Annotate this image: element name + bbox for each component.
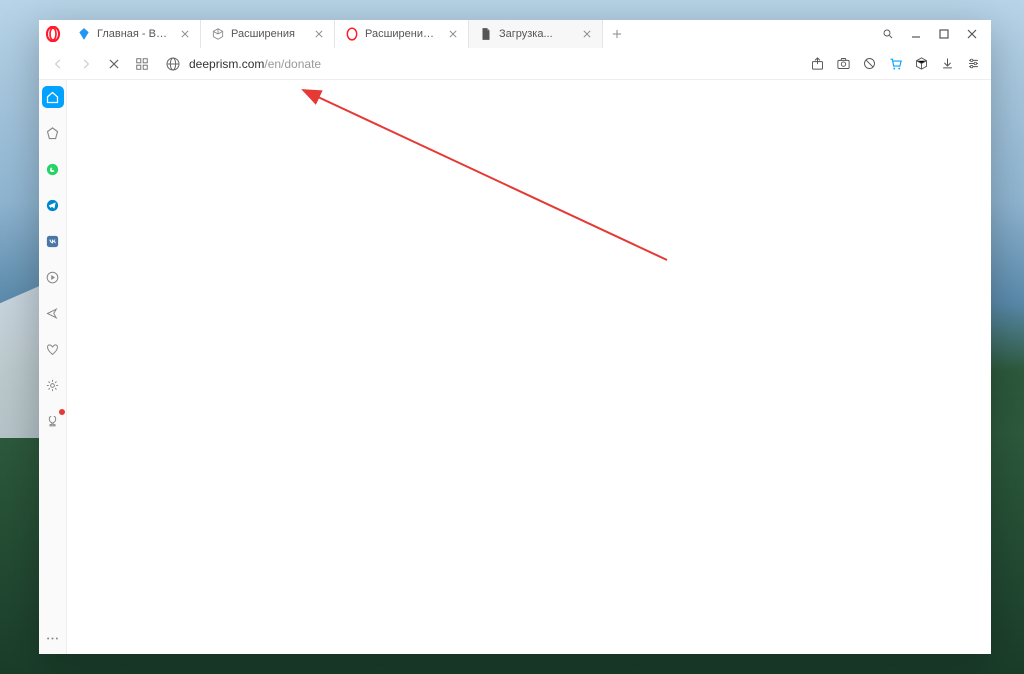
page-content <box>67 80 991 654</box>
opera-icon <box>345 27 359 41</box>
sidebar-speeddial[interactable] <box>42 122 64 144</box>
screenshot-icon[interactable] <box>831 52 855 76</box>
browser-window: Главная - Владимир Фирс Расширения Расши… <box>39 20 991 654</box>
sidebar-flow[interactable] <box>42 302 64 324</box>
cube-icon <box>211 27 225 41</box>
diamond-icon <box>77 27 91 41</box>
downloads-icon[interactable] <box>935 52 959 76</box>
url-path: /en/donate <box>264 57 321 71</box>
back-button[interactable] <box>45 51 71 77</box>
url-host: deeprism.com <box>189 57 264 71</box>
sidebar-pinboards[interactable] <box>42 338 64 360</box>
easy-setup-icon[interactable] <box>961 52 985 76</box>
speed-dial-button[interactable] <box>129 51 155 77</box>
notification-badge <box>59 409 65 415</box>
address-bar[interactable]: deeprism.com/en/donate <box>157 51 803 77</box>
sidebar-home[interactable] <box>42 86 64 108</box>
cart-icon[interactable] <box>883 52 907 76</box>
close-window-button[interactable] <box>959 20 985 48</box>
sidebar-vk[interactable] <box>42 230 64 252</box>
document-icon <box>479 27 493 41</box>
stop-button[interactable] <box>101 51 127 77</box>
sidebar-telegram[interactable] <box>42 194 64 216</box>
forward-button[interactable] <box>73 51 99 77</box>
sidebar <box>39 80 67 654</box>
sidebar-shopping[interactable] <box>42 410 64 432</box>
new-tab-button[interactable] <box>603 20 631 48</box>
tab-title: Главная - Владимир Фирс <box>97 28 172 40</box>
toolbar-right <box>805 52 985 76</box>
tab-title: Расширения <box>231 28 306 40</box>
tab-title: Расширение Proxy Free V <box>365 28 440 40</box>
sidebar-whatsapp[interactable] <box>42 158 64 180</box>
titlebar: Главная - Владимир Фирс Расширения Расши… <box>39 20 991 48</box>
toolbar: deeprism.com/en/donate <box>39 48 991 80</box>
window-controls <box>875 20 991 48</box>
url-text: deeprism.com/en/donate <box>189 57 321 71</box>
maximize-button[interactable] <box>931 20 957 48</box>
body-area <box>39 80 991 654</box>
tab-1[interactable]: Расширения <box>201 20 335 48</box>
annotation-arrow <box>67 80 767 330</box>
package-icon[interactable] <box>909 52 933 76</box>
sidebar-player[interactable] <box>42 266 64 288</box>
globe-icon <box>165 56 181 72</box>
tab-title: Загрузка... <box>499 28 574 40</box>
tab-0[interactable]: Главная - Владимир Фирс <box>67 20 201 48</box>
tab-2[interactable]: Расширение Proxy Free V <box>335 20 469 48</box>
search-button[interactable] <box>875 20 901 48</box>
close-icon[interactable] <box>446 27 460 41</box>
adblock-icon[interactable] <box>857 52 881 76</box>
tabs-strip: Главная - Владимир Фирс Расширения Расши… <box>67 20 875 48</box>
opera-menu-button[interactable] <box>39 26 67 42</box>
close-icon[interactable] <box>580 27 594 41</box>
share-icon[interactable] <box>805 52 829 76</box>
close-icon[interactable] <box>178 27 192 41</box>
sidebar-more[interactable] <box>42 632 64 654</box>
tab-3-active[interactable]: Загрузка... <box>469 20 603 48</box>
sidebar-settings[interactable] <box>42 374 64 396</box>
minimize-button[interactable] <box>903 20 929 48</box>
close-icon[interactable] <box>312 27 326 41</box>
